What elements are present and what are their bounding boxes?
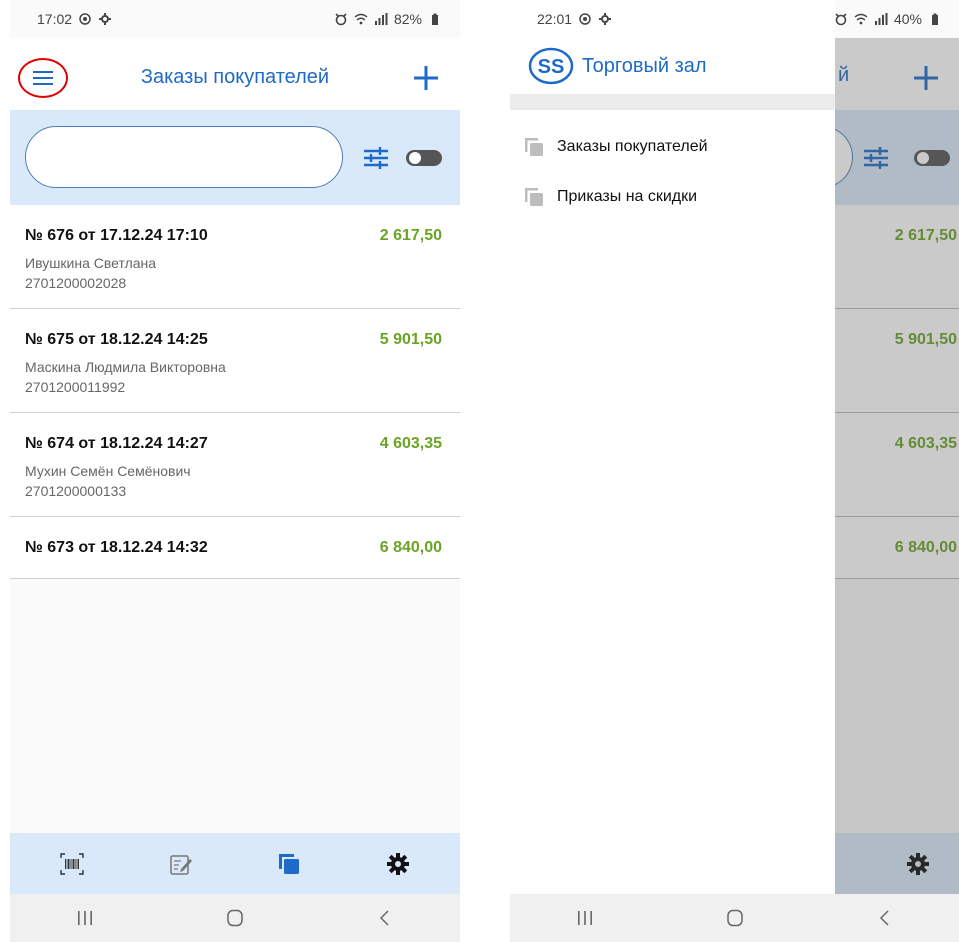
battery-percent: 82% xyxy=(393,11,422,27)
gear-status-icon xyxy=(98,12,112,26)
battery-icon xyxy=(928,12,942,26)
order-sum: 2 617,50 xyxy=(379,227,442,244)
drawer-title: Торговый зал xyxy=(582,54,707,77)
barcode-icon xyxy=(60,852,84,875)
recent-apps-button[interactable] xyxy=(565,898,605,938)
filter-button[interactable] xyxy=(362,145,390,171)
phone-screen-orders: 17:02 82% Заказы покупателей № 676 от 17… xyxy=(10,0,460,942)
order-customer: Ивушкина Светлана xyxy=(25,255,157,271)
sync-icon xyxy=(78,12,92,26)
home-icon xyxy=(227,909,243,927)
order-number: № 676 от 17.12.24 17:10 xyxy=(25,227,208,244)
alarm-icon xyxy=(334,12,348,26)
edit-document-button[interactable] xyxy=(165,848,197,880)
app-header: Заказы покупателей xyxy=(10,38,460,110)
order-sum: 6 840,00 xyxy=(379,539,442,556)
status-time: 17:02 xyxy=(37,11,73,27)
home-icon xyxy=(727,909,743,927)
back-button[interactable] xyxy=(365,898,405,938)
toggle-switch[interactable] xyxy=(406,150,442,166)
drawer-item-discount-orders[interactable]: Приказы на скидки xyxy=(510,176,835,218)
plus-icon xyxy=(414,66,438,90)
app-logo: SS xyxy=(528,46,574,86)
bottom-toolbar xyxy=(10,833,460,894)
gear-status-icon xyxy=(598,12,612,26)
documents-icon xyxy=(525,138,543,156)
documents-icon xyxy=(525,188,543,206)
drawer-item-label: Заказы покупателей xyxy=(557,138,708,155)
order-sum: 5 901,50 xyxy=(379,331,442,348)
documents-icon xyxy=(279,853,300,874)
order-number: № 673 от 18.12.24 14:32 xyxy=(25,539,208,556)
sliders-icon xyxy=(364,147,388,169)
status-bar: 22:01 40% xyxy=(510,0,959,38)
home-button[interactable] xyxy=(715,898,755,938)
documents-button[interactable] xyxy=(273,848,305,880)
order-customer: Маскина Людмила Викторовна xyxy=(25,359,226,375)
order-code: 2701200000133 xyxy=(25,483,127,499)
drawer-header: SS Торговый зал xyxy=(510,38,835,94)
order-list: № 676 от 17.12.24 17:10 2 617,50 Ивушкин… xyxy=(10,205,460,579)
order-number: № 674 от 18.12.24 14:27 xyxy=(25,435,208,452)
system-nav-bar xyxy=(10,894,460,942)
status-bar: 17:02 82% xyxy=(10,0,460,38)
drawer-item-customer-orders[interactable]: Заказы покупателей xyxy=(510,126,835,168)
order-row[interactable]: № 675 от 18.12.24 14:25 5 901,50 Маскина… xyxy=(10,309,460,413)
recent-apps-button[interactable] xyxy=(65,898,105,938)
wifi-icon xyxy=(854,12,868,26)
home-button[interactable] xyxy=(215,898,255,938)
search-panel xyxy=(10,110,460,205)
phone-screen-drawer: й 2 617,50 5 901,50 4 603,35 6 840,00 SS… xyxy=(510,0,959,942)
back-icon xyxy=(379,910,389,926)
order-row[interactable]: № 674 от 18.12.24 14:27 4 603,35 Мухин С… xyxy=(10,413,460,517)
recent-apps-icon xyxy=(578,911,592,925)
recent-apps-icon xyxy=(78,911,92,925)
order-row[interactable]: № 673 от 18.12.24 14:32 6 840,00 xyxy=(10,517,460,579)
logo-text: SS xyxy=(538,56,565,78)
toggle-knob xyxy=(409,152,421,164)
page-title: Заказы покупателей xyxy=(140,66,330,88)
battery-icon xyxy=(428,12,442,26)
order-row[interactable]: № 676 от 17.12.24 17:10 2 617,50 Ивушкин… xyxy=(10,205,460,309)
sync-icon xyxy=(578,12,592,26)
settings-icon xyxy=(386,852,409,875)
edit-note-icon xyxy=(170,854,192,875)
search-input[interactable] xyxy=(25,126,343,188)
signal-icon xyxy=(874,12,888,26)
drawer-divider xyxy=(510,94,835,110)
drawer-item-label: Приказы на скидки xyxy=(557,188,698,205)
system-nav-bar xyxy=(510,894,959,942)
add-order-button[interactable] xyxy=(410,62,442,94)
back-icon xyxy=(879,910,889,926)
back-button[interactable] xyxy=(865,898,905,938)
order-number: № 675 от 18.12.24 14:25 xyxy=(25,331,208,348)
order-sum: 4 603,35 xyxy=(379,435,442,452)
alarm-icon xyxy=(834,12,848,26)
signal-icon xyxy=(374,12,388,26)
battery-percent: 40% xyxy=(893,11,922,27)
wifi-icon xyxy=(354,12,368,26)
order-code: 2701200011992 xyxy=(25,379,126,395)
ss-logo-icon: SS xyxy=(528,47,574,85)
settings-button[interactable] xyxy=(382,848,414,880)
order-code: 2701200002028 xyxy=(25,275,127,291)
barcode-button[interactable] xyxy=(56,848,88,880)
status-time: 22:01 xyxy=(537,11,573,27)
navigation-drawer: SS Торговый зал Заказы покупателей Прика… xyxy=(510,0,835,894)
order-customer: Мухин Семён Семёнович xyxy=(25,463,191,479)
